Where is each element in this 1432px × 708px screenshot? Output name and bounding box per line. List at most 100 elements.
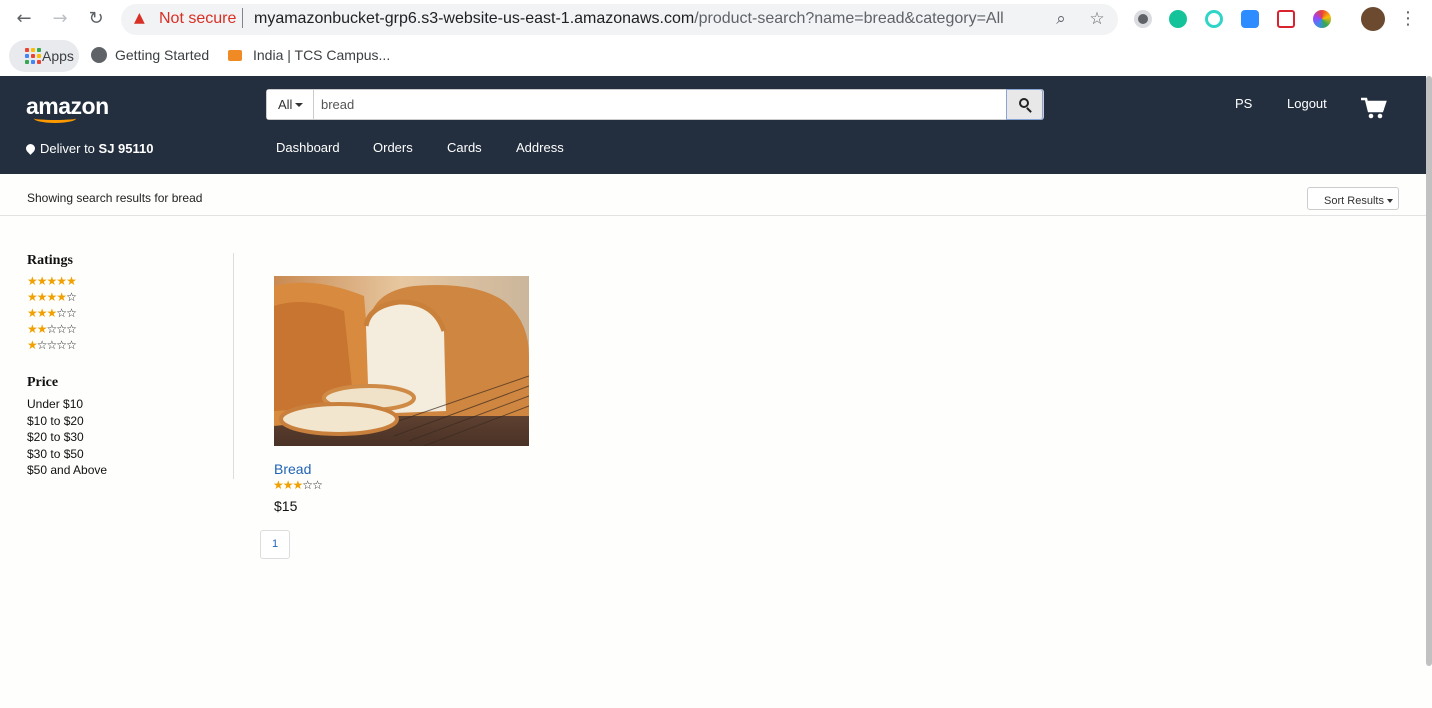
star-filled-icon: ★ — [46, 306, 58, 320]
star-filled-icon: ★ — [27, 306, 38, 320]
pocket-icon[interactable] — [1277, 10, 1295, 28]
star-filled-icon: ★ — [56, 290, 67, 304]
star-empty-icon: ☆ — [66, 306, 77, 320]
ratings-heading: Ratings — [27, 253, 73, 268]
bookmarks-bar: Apps Getting Started India | TCS Campus.… — [0, 38, 1432, 74]
price-filter-30-50[interactable]: $30 to $50 — [27, 446, 233, 463]
price-filter-under-10[interactable]: Under $10 — [27, 396, 233, 413]
logout-link[interactable]: Logout — [1287, 96, 1327, 111]
deliver-prefix: Deliver to — [40, 141, 95, 156]
zoom-icon[interactable]: ⌕ — [1051, 9, 1071, 29]
nav-orders[interactable]: Orders — [373, 140, 413, 155]
sort-label: Sort Results — [1324, 195, 1384, 207]
extension-ring-icon[interactable] — [1205, 10, 1223, 28]
star-empty-icon: ☆ — [302, 478, 313, 492]
menu-kebab-icon[interactable]: ⋮ — [1398, 9, 1418, 29]
profile-avatar-icon[interactable] — [1361, 7, 1385, 31]
bookmark-star-icon[interactable]: ☆ — [1087, 9, 1107, 29]
star-filled-icon: ★ — [27, 290, 38, 304]
bookmark-label: India | TCS Campus... — [253, 47, 391, 63]
star-filled-icon: ★ — [36, 306, 48, 320]
star-empty-icon: ☆ — [46, 322, 58, 336]
star-filled-icon: ★ — [36, 322, 48, 336]
star-filled-icon: ★ — [282, 478, 294, 492]
zoom-meeting-icon[interactable] — [1241, 10, 1259, 28]
url-host: myamazonbucket-grp6.s3-website-us-east-1… — [254, 10, 695, 27]
results-bar: Showing search results for bread Sort Re… — [0, 174, 1426, 216]
nav-cards[interactable]: Cards — [447, 140, 482, 155]
star-filled-icon: ★ — [273, 478, 284, 492]
page-scrollbar[interactable] — [1426, 76, 1432, 666]
site-header: amazon Deliver to SJ 95110 All PS Logout… — [0, 76, 1426, 174]
star-filled-icon: ★ — [56, 274, 67, 288]
rating-filter-5-stars[interactable]: ★★★★★ — [27, 273, 233, 289]
star-empty-icon: ☆ — [56, 338, 67, 352]
back-arrow-icon[interactable]: ← — [14, 9, 34, 29]
pagination-page-button[interactable]: 1 — [260, 530, 290, 559]
search-input[interactable] — [315, 90, 1007, 119]
product-rating: ★★★☆☆ — [273, 477, 323, 493]
star-filled-icon: ★ — [27, 322, 38, 336]
star-filled-icon: ★ — [292, 478, 304, 492]
star-empty-icon: ☆ — [66, 322, 77, 336]
rating-filter-4-stars[interactable]: ★★★★☆ — [27, 289, 233, 305]
apps-label: Apps — [42, 48, 74, 64]
apps-bookmark[interactable]: Apps — [9, 40, 79, 72]
star-filled-icon: ★ — [27, 338, 38, 352]
star-filled-icon: ★ — [46, 290, 58, 304]
star-filled-icon: ★ — [36, 290, 48, 304]
star-empty-icon: ☆ — [56, 306, 67, 320]
star-filled-icon: ★ — [46, 274, 58, 288]
bookmark-label: Getting Started — [115, 47, 210, 63]
grammarly-icon[interactable] — [1169, 10, 1187, 28]
product-image[interactable] — [274, 276, 529, 446]
reload-icon[interactable]: ↻ — [86, 9, 106, 29]
forward-arrow-icon[interactable]: → — [50, 9, 70, 29]
url-text[interactable]: myamazonbucket-grp6.s3-website-us-east-1… — [254, 10, 1004, 28]
filter-sidebar: Ratings ★★★★★ ★★★★☆ ★★★☆☆ ★★☆☆☆ ★☆☆☆☆ Price … — [27, 253, 234, 479]
price-filter-20-30[interactable]: $20 to $30 — [27, 429, 233, 446]
star-empty-icon: ☆ — [312, 478, 323, 492]
star-empty-icon: ☆ — [66, 338, 77, 352]
search-bar: All — [266, 89, 1044, 120]
category-value: All — [278, 97, 293, 112]
price-filter-50-above[interactable]: $50 and Above — [27, 462, 233, 479]
url-path: /product-search?name=bread&category=All — [694, 10, 1004, 27]
chevron-down-icon — [1386, 199, 1393, 203]
rating-filter-1-stars[interactable]: ★☆☆☆☆ — [27, 337, 233, 353]
cart-icon[interactable] — [1361, 97, 1387, 119]
sort-results-button[interactable]: Sort Results — [1307, 187, 1399, 210]
search-button[interactable] — [1006, 89, 1043, 120]
bookmark-tcs-campus[interactable]: India | TCS Campus... — [228, 47, 390, 63]
product-name-link[interactable]: Bread — [274, 461, 311, 477]
nav-address[interactable]: Address — [516, 140, 564, 155]
price-filter-10-20[interactable]: $10 to $20 — [27, 413, 233, 430]
location-pin-icon — [24, 142, 37, 155]
url-separator — [242, 8, 243, 28]
product-price: $15 — [274, 498, 298, 514]
warning-icon: ▲ — [134, 10, 145, 26]
browser-chrome: ← → ↻ ▲ Not secure myamazonbucket-grp6.s… — [0, 0, 1432, 76]
globe-icon — [91, 47, 107, 63]
amazon-smile-icon — [34, 114, 76, 123]
color-extension-icon[interactable] — [1313, 10, 1331, 28]
extension-circle-icon[interactable] — [1134, 10, 1152, 28]
deliver-location[interactable]: Deliver to SJ 95110 — [24, 141, 154, 156]
chevron-down-icon — [295, 103, 304, 107]
apps-grid-icon — [25, 48, 41, 64]
rating-filter-3-stars[interactable]: ★★★☆☆ — [27, 305, 233, 321]
deliver-zip: SJ 95110 — [98, 141, 154, 156]
search-icon-handle — [1026, 107, 1032, 113]
rating-filter-list: ★★★★★ ★★★★☆ ★★★☆☆ ★★☆☆☆ ★☆☆☆☆ — [27, 273, 233, 353]
rating-filter-2-stars[interactable]: ★★☆☆☆ — [27, 321, 233, 337]
star-empty-icon: ☆ — [56, 322, 67, 336]
star-empty-icon: ☆ — [46, 338, 58, 352]
nav-dashboard[interactable]: Dashboard — [276, 140, 340, 155]
not-secure-label[interactable]: Not secure — [159, 10, 236, 28]
star-filled-icon: ★ — [66, 274, 77, 288]
user-initials-link[interactable]: PS — [1235, 96, 1252, 111]
search-category-dropdown[interactable]: All — [267, 90, 314, 119]
star-filled-icon: ★ — [36, 274, 48, 288]
tcs-icon — [228, 50, 242, 61]
bookmark-getting-started[interactable]: Getting Started — [91, 47, 209, 63]
